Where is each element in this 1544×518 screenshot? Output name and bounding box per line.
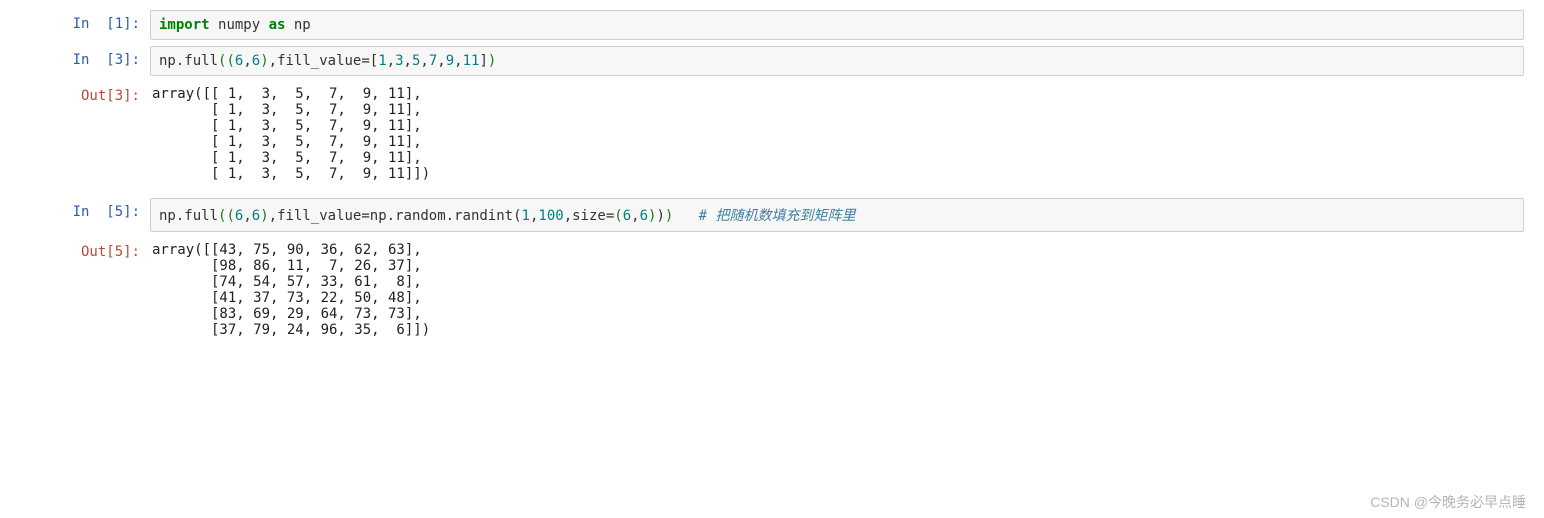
code-token: 6 [252, 53, 260, 69]
code-token: ,fill_value [269, 53, 362, 69]
code-token: , [420, 53, 428, 69]
code-token: ( [226, 208, 234, 224]
output-text: array([[ 1, 3, 5, 7, 9, 11], [ 1, 3, 5, … [150, 82, 1524, 192]
input-prompt: In [5]: [20, 198, 150, 232]
code-token: ) [260, 208, 268, 224]
watermark: CSDN @今晚务必早点睡 [1370, 492, 1526, 512]
code-token: , [243, 53, 251, 69]
code-token [210, 17, 218, 33]
code-token: np.full [159, 53, 218, 69]
code-token: ( [513, 208, 521, 224]
code-token [673, 208, 698, 224]
code-token: [ [370, 53, 378, 69]
code-token: ] [479, 53, 487, 69]
notebook-root: In [1]:import numpy as npIn [3]:np.full(… [20, 10, 1524, 348]
code-input[interactable]: np.full((6,6),fill_value=[1,3,5,7,9,11]) [150, 46, 1524, 76]
code-token: import [159, 17, 210, 33]
input-cell: In [1]:import numpy as np [20, 10, 1524, 40]
code-token: , [631, 208, 639, 224]
code-token: # 把随机数填充到矩阵里 [699, 208, 856, 224]
code-token: np [285, 17, 310, 33]
code-token: 100 [538, 208, 563, 224]
input-prompt: In [3]: [20, 46, 150, 76]
code-token: ) [260, 53, 268, 69]
code-token: ) [656, 208, 664, 224]
code-token: ,size [564, 208, 606, 224]
output-prompt: Out[3]: [20, 82, 150, 192]
code-input[interactable]: import numpy as np [150, 10, 1524, 40]
code-token: = [361, 53, 369, 69]
code-token: , [404, 53, 412, 69]
code-token: ( [614, 208, 622, 224]
code-token: 9 [446, 53, 454, 69]
code-token: 11 [463, 53, 480, 69]
output-cell: Out[5]:array([[43, 75, 90, 36, 62, 63], … [20, 238, 1524, 348]
input-prompt: In [1]: [20, 10, 150, 40]
code-token: 1 [522, 208, 530, 224]
code-token: as [269, 17, 286, 33]
code-token: , [243, 208, 251, 224]
code-token: np.random.randint [370, 208, 513, 224]
code-token: np.full [159, 208, 218, 224]
code-token: 6 [252, 208, 260, 224]
code-token: ( [226, 53, 234, 69]
code-token: , [437, 53, 445, 69]
input-cell: In [3]:np.full((6,6),fill_value=[1,3,5,7… [20, 46, 1524, 76]
code-token: , [454, 53, 462, 69]
output-prompt: Out[5]: [20, 238, 150, 348]
output-text: array([[43, 75, 90, 36, 62, 63], [98, 86… [150, 238, 1524, 348]
output-cell: Out[3]:array([[ 1, 3, 5, 7, 9, 11], [ 1,… [20, 82, 1524, 192]
code-token: 3 [395, 53, 403, 69]
code-token: ) [488, 53, 496, 69]
code-token: 6 [640, 208, 648, 224]
code-token: , [387, 53, 395, 69]
code-token: 6 [623, 208, 631, 224]
code-token: 1 [378, 53, 386, 69]
code-input[interactable]: np.full((6,6),fill_value=np.random.randi… [150, 198, 1524, 232]
code-token: ,fill_value [269, 208, 362, 224]
code-token: = [361, 208, 369, 224]
code-token: numpy [218, 17, 269, 33]
input-cell: In [5]:np.full((6,6),fill_value=np.rando… [20, 198, 1524, 232]
